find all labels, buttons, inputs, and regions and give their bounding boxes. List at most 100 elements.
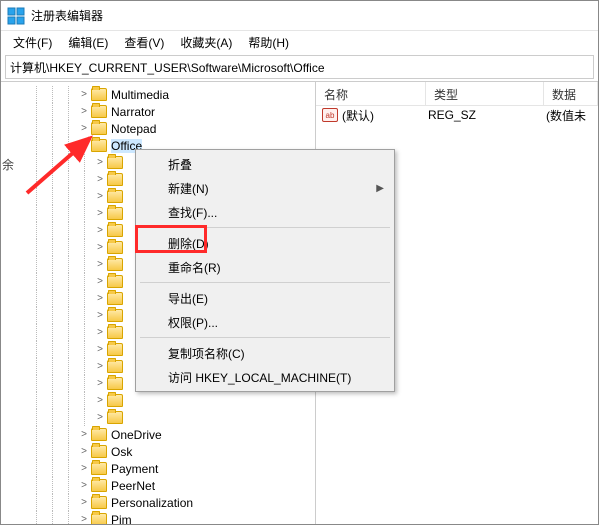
ctx-export[interactable]: 导出(E) (138, 286, 392, 310)
expander-icon[interactable]: > (93, 191, 107, 202)
tree-label: OneDrive (111, 428, 162, 442)
tree-label: Multimedia (111, 88, 169, 102)
tree-item-osk[interactable]: > Osk (1, 443, 315, 460)
folder-icon (107, 258, 123, 271)
address-path: 计算机\HKEY_CURRENT_USER\Software\Microsoft… (10, 59, 325, 76)
expander-icon[interactable]: > (93, 361, 107, 372)
folder-icon (107, 190, 123, 203)
menu-edit[interactable]: 编辑(E) (60, 32, 116, 53)
folder-icon (107, 241, 123, 254)
titlebar[interactable]: 注册表编辑器 (1, 1, 598, 31)
tree-label: Narrator (111, 105, 155, 119)
expander-icon[interactable]: > (93, 157, 107, 168)
context-menu: 折叠 新建(N)▶ 查找(F)... 删除(D) 重命名(R) 导出(E) 权限… (135, 149, 395, 392)
ctx-new[interactable]: 新建(N)▶ (138, 176, 392, 200)
ctx-delete[interactable]: 删除(D) (138, 231, 392, 255)
list-header: 名称 类型 数据 (316, 82, 598, 106)
ctx-permissions[interactable]: 权限(P)... (138, 310, 392, 334)
separator (140, 282, 390, 283)
folder-icon (91, 139, 107, 152)
tree-item[interactable]: > (1, 392, 315, 409)
folder-icon (107, 394, 123, 407)
expander-icon[interactable]: > (93, 259, 107, 270)
folder-icon (107, 411, 123, 424)
expander-icon[interactable]: > (93, 310, 107, 321)
folder-icon (91, 496, 107, 509)
expander-icon[interactable]: > (93, 293, 107, 304)
window-title: 注册表编辑器 (31, 7, 103, 24)
menu-help[interactable]: 帮助(H) (240, 32, 297, 53)
expander-icon[interactable]: > (93, 225, 107, 236)
folder-icon (91, 462, 107, 475)
expander-icon[interactable]: > (77, 89, 91, 100)
expander-icon[interactable]: > (77, 446, 91, 457)
col-header-name[interactable]: 名称 (316, 82, 426, 105)
expander-icon[interactable]: > (93, 344, 107, 355)
address-bar[interactable]: 计算机\HKEY_CURRENT_USER\Software\Microsoft… (5, 55, 594, 79)
tree-item-payment[interactable]: > Payment (1, 460, 315, 477)
menubar: 文件(F) 编辑(E) 查看(V) 收藏夹(A) 帮助(H) (1, 31, 598, 53)
tree-item[interactable]: > (1, 409, 315, 426)
folder-icon (91, 513, 107, 524)
cropped-glyph: 余 (2, 156, 14, 173)
app-icon (7, 7, 25, 25)
expander-icon[interactable]: v (77, 140, 91, 151)
folder-icon (107, 326, 123, 339)
folder-icon (91, 428, 107, 441)
tree-item-peernet[interactable]: > PeerNet (1, 477, 315, 494)
folder-icon (107, 156, 123, 169)
tree-label: PeerNet (111, 479, 155, 493)
tree-item-multimedia[interactable]: > Multimedia (1, 86, 315, 103)
tree-item-onedrive[interactable]: > OneDrive (1, 426, 315, 443)
tree-label: Personalization (111, 496, 193, 510)
col-header-data[interactable]: 数据 (544, 82, 598, 105)
folder-icon (107, 343, 123, 356)
separator (140, 227, 390, 228)
menu-favorites[interactable]: 收藏夹(A) (172, 32, 240, 53)
tree-label: Osk (111, 445, 132, 459)
ctx-goto-hklm[interactable]: 访问 HKEY_LOCAL_MACHINE(T) (138, 365, 392, 389)
expander-icon[interactable]: > (77, 480, 91, 491)
expander-icon[interactable]: > (77, 463, 91, 474)
folder-icon (91, 445, 107, 458)
value-type: REG_SZ (428, 108, 546, 122)
ctx-collapse[interactable]: 折叠 (138, 152, 392, 176)
expander-icon[interactable]: > (77, 106, 91, 117)
folder-icon (91, 88, 107, 101)
folder-icon (107, 207, 123, 220)
value-name: (默认) (342, 107, 428, 124)
expander-icon[interactable]: > (93, 276, 107, 287)
folder-icon (107, 360, 123, 373)
expander-icon[interactable]: > (93, 327, 107, 338)
ctx-find[interactable]: 查找(F)... (138, 200, 392, 224)
menu-file[interactable]: 文件(F) (5, 32, 60, 53)
tree-item-personalization[interactable]: > Personalization (1, 494, 315, 511)
expander-icon[interactable]: > (93, 378, 107, 389)
expander-icon[interactable]: > (93, 174, 107, 185)
chevron-right-icon: ▶ (376, 183, 384, 194)
col-header-type[interactable]: 类型 (426, 82, 544, 105)
expander-icon[interactable]: > (93, 242, 107, 253)
ctx-copy-key-name[interactable]: 复制项名称(C) (138, 341, 392, 365)
expander-icon[interactable]: > (93, 412, 107, 423)
ctx-rename[interactable]: 重命名(R) (138, 255, 392, 279)
expander-icon[interactable]: > (77, 497, 91, 508)
tree-item-pim[interactable]: >Pim (1, 511, 315, 524)
string-value-icon: ab (322, 108, 338, 122)
folder-icon (91, 105, 107, 118)
folder-icon (107, 309, 123, 322)
menu-view[interactable]: 查看(V) (116, 32, 172, 53)
value-data: (数值未 (546, 107, 598, 124)
expander-icon[interactable]: > (93, 208, 107, 219)
folder-icon (107, 224, 123, 237)
expander-icon[interactable]: > (77, 514, 91, 524)
tree-item-notepad[interactable]: >Notepad (1, 120, 315, 137)
expander-icon[interactable]: > (93, 395, 107, 406)
tree-label: Payment (111, 462, 158, 476)
expander-icon[interactable]: > (77, 429, 91, 440)
expander-icon[interactable]: > (77, 123, 91, 134)
list-row[interactable]: ab (默认) REG_SZ (数值未 (316, 106, 598, 124)
tree-item-narrator[interactable]: > Narrator (1, 103, 315, 120)
folder-icon (107, 173, 123, 186)
folder-icon (107, 292, 123, 305)
